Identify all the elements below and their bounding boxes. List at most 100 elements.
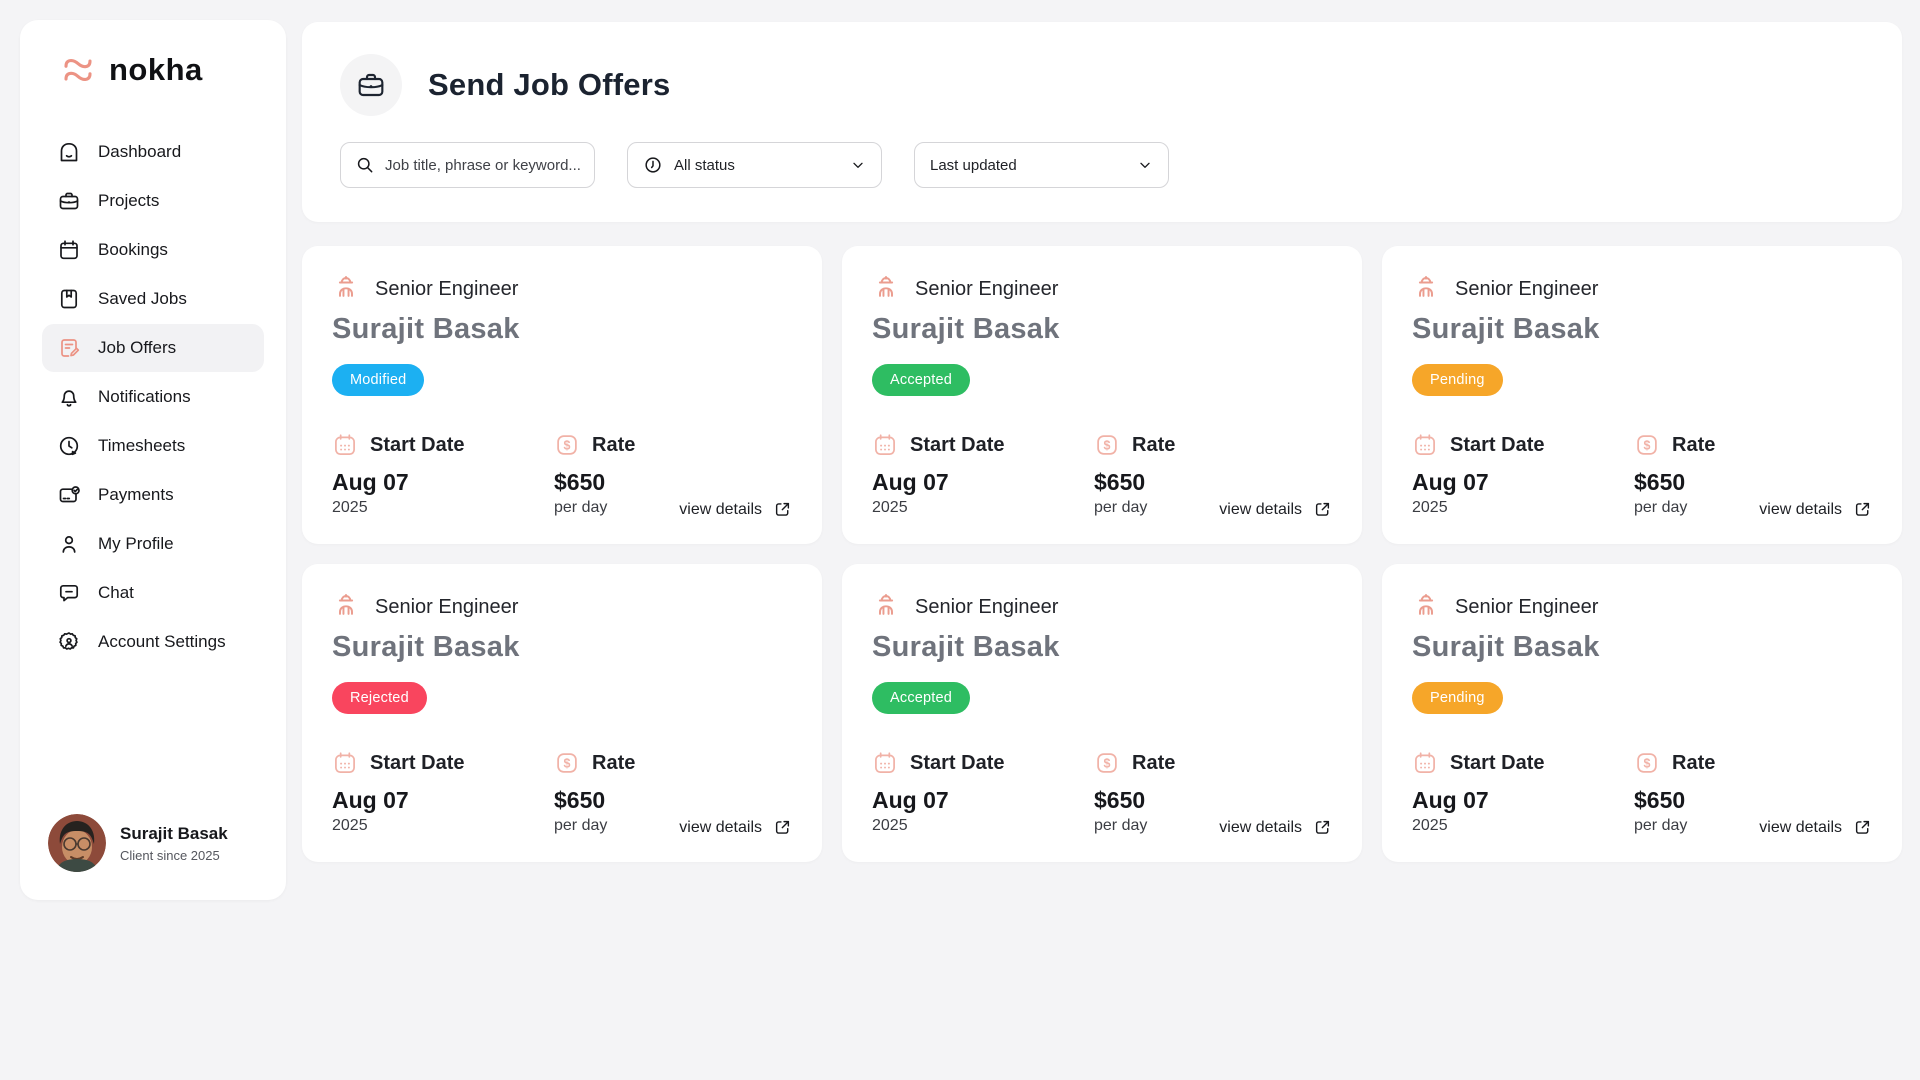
- status-badge: Accepted: [872, 682, 970, 714]
- card-role: Senior Engineer: [375, 596, 518, 619]
- start-date-label: Start Date: [370, 434, 464, 457]
- calendar-icon: [332, 432, 358, 458]
- sidebar-item-job-offers[interactable]: Job Offers: [42, 324, 264, 372]
- sort-filter-value: Last updated: [930, 157, 1017, 174]
- start-date-value: Aug 07: [1412, 787, 1634, 814]
- gear-icon: [57, 630, 81, 654]
- card-role: Senior Engineer: [1455, 596, 1598, 619]
- dollar-icon: $: [1094, 432, 1120, 458]
- sidebar-nav: Dashboard Projects Bookings Saved Jobs J…: [42, 128, 264, 666]
- card-role: Senior Engineer: [915, 596, 1058, 619]
- avatar: [48, 814, 106, 872]
- sidebar-item-timesheets[interactable]: Timesheets: [42, 422, 264, 470]
- rate-label: Rate: [592, 434, 635, 457]
- credit-card-icon: [57, 483, 81, 507]
- sidebar-item-projects[interactable]: Projects: [42, 177, 264, 225]
- calendar-icon: [332, 750, 358, 776]
- status-badge: Rejected: [332, 682, 427, 714]
- briefcase-icon: [340, 54, 402, 116]
- external-link-icon: [1313, 818, 1332, 837]
- search-input[interactable]: [385, 157, 584, 174]
- rate-label: Rate: [592, 752, 635, 775]
- card-candidate-name: Surajit Basak: [872, 313, 1332, 346]
- sidebar-item-bookings[interactable]: Bookings: [42, 226, 264, 274]
- rate-value: $650: [1634, 787, 1856, 814]
- sidebar-item-dashboard[interactable]: Dashboard: [42, 128, 264, 176]
- card-candidate-name: Surajit Basak: [1412, 631, 1872, 664]
- start-date-year: 2025: [872, 499, 1094, 517]
- chat-icon: [57, 581, 81, 605]
- rate-value: $650: [1094, 787, 1316, 814]
- sidebar-item-account-settings[interactable]: Account Settings: [42, 618, 264, 666]
- rate-label: Rate: [1132, 434, 1175, 457]
- card-candidate-name: Surajit Basak: [332, 631, 792, 664]
- start-date-label: Start Date: [1450, 752, 1544, 775]
- engineer-icon: [332, 592, 360, 622]
- job-offer-card: Senior Engineer Surajit Basak Modified: [302, 246, 822, 544]
- sort-filter-select[interactable]: Last updated: [914, 142, 1169, 188]
- svg-text:$: $: [1104, 439, 1111, 453]
- rate-label: Rate: [1672, 434, 1715, 457]
- clock-icon: [643, 155, 663, 175]
- rate-label: Rate: [1672, 752, 1715, 775]
- dollar-icon: $: [1634, 750, 1660, 776]
- external-link-icon: [773, 818, 792, 837]
- view-details-label: view details: [1219, 501, 1302, 519]
- view-details-link[interactable]: view details: [679, 500, 792, 519]
- start-date-year: 2025: [332, 499, 554, 517]
- view-details-link[interactable]: view details: [1759, 818, 1872, 837]
- sidebar-item-payments[interactable]: Payments: [42, 471, 264, 519]
- start-date-year: 2025: [1412, 499, 1634, 517]
- status-filter-select[interactable]: All status: [627, 142, 882, 188]
- start-date-label: Start Date: [910, 752, 1004, 775]
- rate-value: $650: [1094, 469, 1316, 496]
- search-box: [340, 142, 595, 188]
- waves-logo-icon: [58, 50, 98, 90]
- dollar-icon: $: [1634, 432, 1660, 458]
- start-date-value: Aug 07: [332, 787, 554, 814]
- dollar-icon: $: [1094, 750, 1120, 776]
- page-header: Send Job Offers Al: [302, 22, 1902, 222]
- document-edit-icon: [57, 336, 81, 360]
- profile-name: Surajit Basak: [120, 824, 228, 844]
- start-date-value: Aug 07: [1412, 469, 1634, 496]
- external-link-icon: [1853, 818, 1872, 837]
- view-details-link[interactable]: view details: [1219, 818, 1332, 837]
- status-badge: Modified: [332, 364, 424, 396]
- briefcase-icon: [57, 189, 81, 213]
- chevron-down-icon: [1137, 157, 1153, 173]
- view-details-link[interactable]: view details: [679, 818, 792, 837]
- bell-icon: [57, 385, 81, 409]
- view-details-label: view details: [1219, 819, 1302, 837]
- search-icon: [355, 155, 375, 175]
- job-offer-card: Senior Engineer Surajit Basak Accepted: [842, 564, 1362, 862]
- start-date-value: Aug 07: [872, 469, 1094, 496]
- svg-text:$: $: [564, 439, 571, 453]
- status-badge: Accepted: [872, 364, 970, 396]
- job-offer-card: Senior Engineer Surajit Basak Pending: [1382, 246, 1902, 544]
- external-link-icon: [773, 500, 792, 519]
- start-date-value: Aug 07: [872, 787, 1094, 814]
- rate-value: $650: [1634, 469, 1856, 496]
- card-candidate-name: Surajit Basak: [872, 631, 1332, 664]
- sidebar-profile[interactable]: Surajit Basak Client since 2025: [42, 814, 264, 872]
- profile-subtitle: Client since 2025: [120, 848, 228, 863]
- brand-logo: nokha: [58, 50, 264, 90]
- card-role: Senior Engineer: [915, 278, 1058, 301]
- view-details-link[interactable]: view details: [1219, 500, 1332, 519]
- sidebar-item-saved-jobs[interactable]: Saved Jobs: [42, 275, 264, 323]
- sidebar-item-chat[interactable]: Chat: [42, 569, 264, 617]
- rate-value: $650: [554, 787, 776, 814]
- main-content: Send Job Offers Al: [302, 22, 1902, 862]
- job-offer-card: Senior Engineer Surajit Basak Rejected: [302, 564, 822, 862]
- home-icon: [57, 140, 81, 164]
- view-details-link[interactable]: view details: [1759, 500, 1872, 519]
- rate-value: $650: [554, 469, 776, 496]
- sidebar-item-my-profile[interactable]: My Profile: [42, 520, 264, 568]
- svg-text:$: $: [1644, 757, 1651, 771]
- sidebar-item-notifications[interactable]: Notifications: [42, 373, 264, 421]
- job-offer-card: Senior Engineer Surajit Basak Pending: [1382, 564, 1902, 862]
- start-date-value: Aug 07: [332, 469, 554, 496]
- job-offer-card: Senior Engineer Surajit Basak Accepted: [842, 246, 1362, 544]
- user-icon: [57, 532, 81, 556]
